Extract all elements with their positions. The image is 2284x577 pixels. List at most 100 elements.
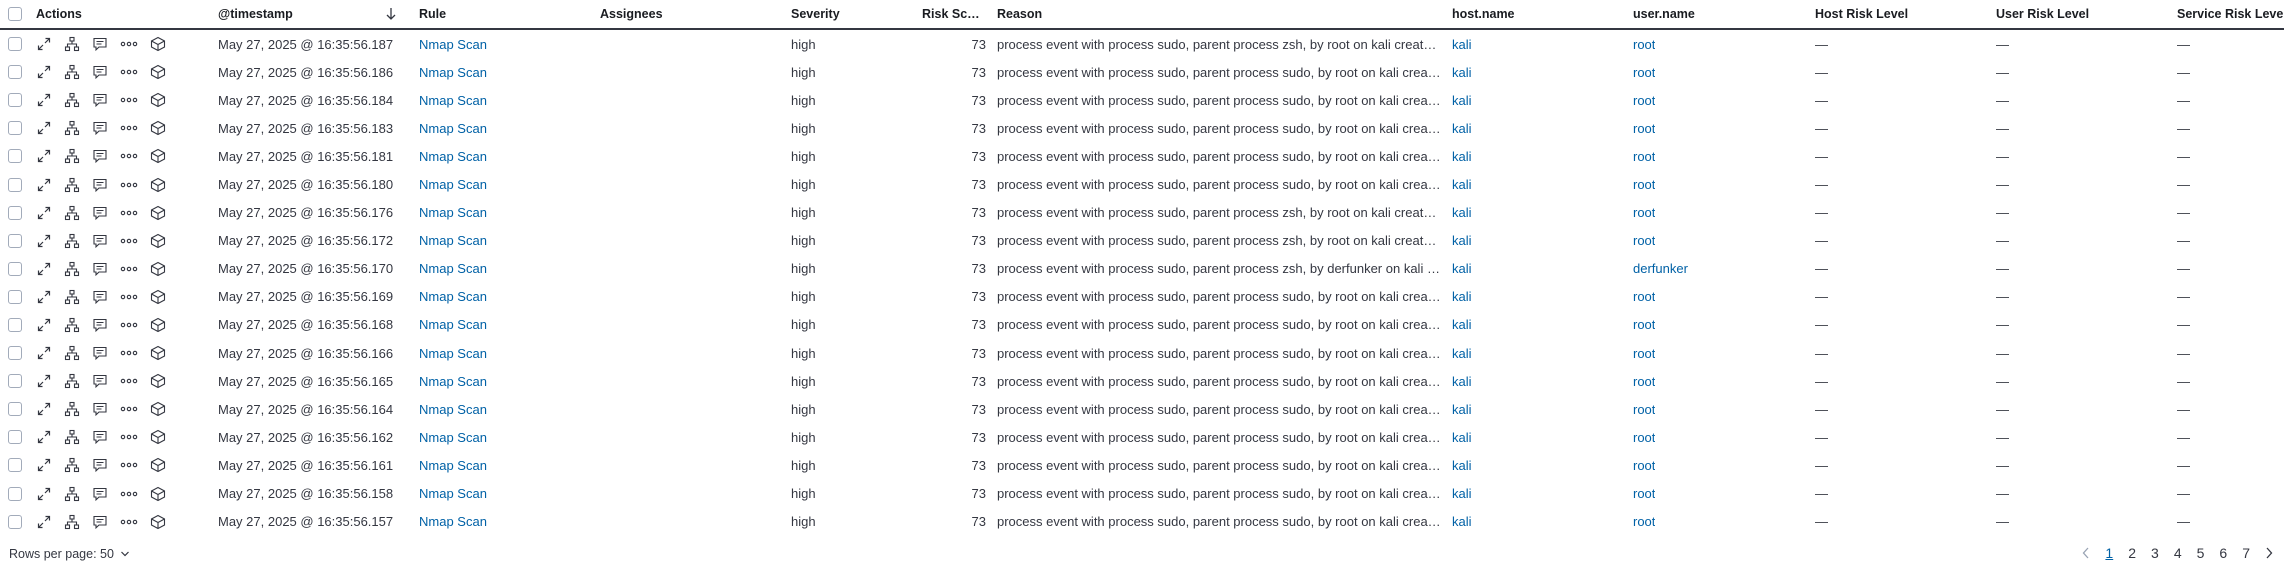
comment-icon[interactable]: [92, 36, 108, 52]
comment-icon[interactable]: [92, 92, 108, 108]
expand-icon[interactable]: [36, 233, 52, 249]
row-checkbox[interactable]: [8, 430, 22, 445]
session-view-icon[interactable]: [150, 36, 166, 52]
rule-link[interactable]: Nmap Scan: [419, 261, 487, 276]
user-name-link[interactable]: root: [1633, 65, 1655, 80]
user-name-link[interactable]: root: [1633, 430, 1655, 445]
column-header-reason[interactable]: Reason: [997, 0, 1441, 28]
user-name-link[interactable]: root: [1633, 289, 1655, 304]
comment-icon[interactable]: [92, 345, 108, 361]
rule-link[interactable]: Nmap Scan: [419, 514, 487, 529]
more-actions-icon[interactable]: [120, 233, 138, 249]
session-view-icon[interactable]: [150, 486, 166, 502]
more-actions-icon[interactable]: [120, 205, 138, 221]
row-checkbox[interactable]: [8, 261, 22, 276]
column-header-rule[interactable]: Rule: [419, 0, 589, 28]
row-checkbox[interactable]: [8, 93, 22, 108]
session-view-icon[interactable]: [150, 317, 166, 333]
session-view-icon[interactable]: [150, 514, 166, 530]
user-name-link[interactable]: root: [1633, 486, 1655, 501]
more-actions-icon[interactable]: [120, 457, 138, 473]
user-name-link[interactable]: root: [1633, 346, 1655, 361]
previous-page-icon[interactable]: [2081, 546, 2091, 560]
comment-icon[interactable]: [92, 261, 108, 277]
comment-icon[interactable]: [92, 514, 108, 530]
more-actions-icon[interactable]: [120, 261, 138, 277]
session-view-icon[interactable]: [150, 373, 166, 389]
analyze-tree-icon[interactable]: [64, 120, 80, 136]
sort-descending-icon[interactable]: [384, 6, 398, 22]
analyze-tree-icon[interactable]: [64, 486, 80, 502]
rule-link[interactable]: Nmap Scan: [419, 430, 487, 445]
host-name-link[interactable]: kali: [1452, 289, 1472, 304]
more-actions-icon[interactable]: [120, 514, 138, 530]
user-name-link[interactable]: root: [1633, 93, 1655, 108]
more-actions-icon[interactable]: [120, 345, 138, 361]
row-checkbox[interactable]: [8, 317, 22, 332]
more-actions-icon[interactable]: [120, 401, 138, 417]
user-name-link[interactable]: root: [1633, 458, 1655, 473]
session-view-icon[interactable]: [150, 233, 166, 249]
host-name-link[interactable]: kali: [1452, 261, 1472, 276]
page-4-button[interactable]: 4: [2174, 545, 2182, 561]
analyze-tree-icon[interactable]: [64, 457, 80, 473]
host-name-link[interactable]: kali: [1452, 317, 1472, 332]
comment-icon[interactable]: [92, 457, 108, 473]
column-header-service-risk-level[interactable]: Service Risk Leve: [2177, 0, 2284, 28]
analyze-tree-icon[interactable]: [64, 317, 80, 333]
host-name-link[interactable]: kali: [1452, 93, 1472, 108]
expand-icon[interactable]: [36, 92, 52, 108]
rule-link[interactable]: Nmap Scan: [419, 346, 487, 361]
expand-icon[interactable]: [36, 457, 52, 473]
comment-icon[interactable]: [92, 486, 108, 502]
page-6-button[interactable]: 6: [2219, 545, 2227, 561]
page-5-button[interactable]: 5: [2197, 545, 2205, 561]
more-actions-icon[interactable]: [120, 289, 138, 305]
session-view-icon[interactable]: [150, 148, 166, 164]
rule-link[interactable]: Nmap Scan: [419, 374, 487, 389]
analyze-tree-icon[interactable]: [64, 514, 80, 530]
expand-icon[interactable]: [36, 64, 52, 80]
more-actions-icon[interactable]: [120, 486, 138, 502]
rows-per-page-button[interactable]: Rows per page: 50: [9, 547, 130, 561]
comment-icon[interactable]: [92, 64, 108, 80]
more-actions-icon[interactable]: [120, 317, 138, 333]
expand-icon[interactable]: [36, 289, 52, 305]
session-view-icon[interactable]: [150, 457, 166, 473]
user-name-link[interactable]: root: [1633, 233, 1655, 248]
column-header-user-risk-level[interactable]: User Risk Level: [1996, 0, 2166, 28]
column-header-user-name[interactable]: user.name: [1633, 0, 1803, 28]
session-view-icon[interactable]: [150, 120, 166, 136]
host-name-link[interactable]: kali: [1452, 37, 1472, 52]
row-checkbox[interactable]: [8, 149, 22, 164]
page-7-button[interactable]: 7: [2242, 545, 2250, 561]
comment-icon[interactable]: [92, 148, 108, 164]
comment-icon[interactable]: [92, 233, 108, 249]
session-view-icon[interactable]: [150, 261, 166, 277]
comment-icon[interactable]: [92, 429, 108, 445]
host-name-link[interactable]: kali: [1452, 346, 1472, 361]
analyze-tree-icon[interactable]: [64, 205, 80, 221]
analyze-tree-icon[interactable]: [64, 373, 80, 389]
row-checkbox[interactable]: [8, 402, 22, 417]
session-view-icon[interactable]: [150, 429, 166, 445]
row-checkbox[interactable]: [8, 205, 22, 220]
more-actions-icon[interactable]: [120, 373, 138, 389]
page-2-button[interactable]: 2: [2128, 545, 2136, 561]
analyze-tree-icon[interactable]: [64, 36, 80, 52]
expand-icon[interactable]: [36, 205, 52, 221]
expand-icon[interactable]: [36, 148, 52, 164]
rule-link[interactable]: Nmap Scan: [419, 317, 487, 332]
host-name-link[interactable]: kali: [1452, 65, 1472, 80]
user-name-link[interactable]: root: [1633, 514, 1655, 529]
rule-link[interactable]: Nmap Scan: [419, 177, 487, 192]
expand-icon[interactable]: [36, 317, 52, 333]
comment-icon[interactable]: [92, 317, 108, 333]
more-actions-icon[interactable]: [120, 177, 138, 193]
select-all-checkbox[interactable]: [8, 7, 22, 21]
rule-link[interactable]: Nmap Scan: [419, 458, 487, 473]
expand-icon[interactable]: [36, 429, 52, 445]
row-checkbox[interactable]: [8, 346, 22, 361]
comment-icon[interactable]: [92, 177, 108, 193]
row-checkbox[interactable]: [8, 177, 22, 192]
